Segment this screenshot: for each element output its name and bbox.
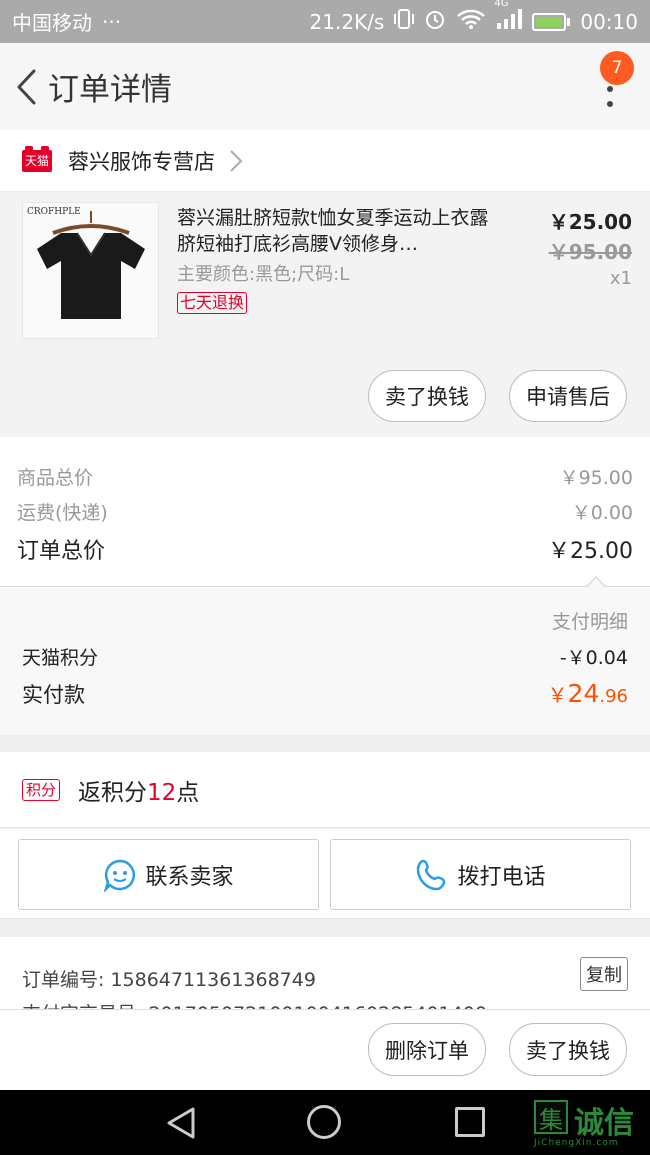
order-number: 订单编号: 15864711361368749	[22, 969, 316, 991]
watermark-url: JiChengXin.com	[534, 1138, 619, 1148]
alarm-icon	[424, 8, 446, 35]
tmall-logo-icon: 天猫	[22, 145, 52, 172]
price-summary: 商品总价 ￥95.00 运费(快递) ￥0.00 订单总价 ￥25.00	[0, 437, 650, 587]
after-sale-button[interactable]: 申请售后	[509, 370, 627, 422]
notification-badge: 7	[600, 51, 634, 85]
goods-total-row: 商品总价 ￥95.00	[17, 463, 633, 490]
tmall-points-label: 天猫积分	[22, 647, 99, 669]
tshirt-image	[37, 211, 145, 319]
sell-for-cash-bottom-button[interactable]: 卖了换钱	[509, 1023, 627, 1076]
shipping-value: ￥0.00	[571, 502, 633, 524]
carrier-label: 中国移动	[12, 11, 92, 35]
call-phone-button[interactable]: 拨打电话	[330, 839, 631, 910]
contact-row: 联系卖家 拨打电话	[0, 829, 650, 919]
status-bar: 中国移动 ··· 21.2K/s 4G 00:10	[0, 0, 650, 43]
shipping-row: 运费(快递) ￥0.00	[17, 498, 633, 525]
delete-order-button[interactable]: 删除订单	[368, 1023, 486, 1076]
nav-back-icon[interactable]	[165, 1106, 197, 1140]
chevron-left-icon	[17, 69, 36, 104]
contact-seller-label: 联系卖家	[145, 864, 234, 890]
payment-details: 支付明细 天猫积分 -￥0.04 实付款 ￥24.96	[0, 587, 650, 735]
paid-decimal: .96	[599, 686, 628, 707]
points-tag: 积分	[22, 778, 61, 801]
watermark-logo-icon: 集	[534, 1100, 568, 1134]
paid-label: 实付款	[22, 683, 85, 707]
cellular-signal-icon: 4G	[494, 0, 523, 35]
product-image-brand: CROFHPLE	[27, 207, 81, 217]
shipping-label: 运费(快递)	[17, 502, 108, 524]
order-total-label: 订单总价	[17, 539, 106, 564]
payment-pointer-inner	[587, 578, 605, 588]
goods-total-value: ￥95.00	[559, 467, 633, 489]
points-reward-text: 返积分12点	[78, 773, 199, 807]
paid-integer: 24	[567, 679, 600, 708]
sell-for-cash-button[interactable]: 卖了换钱	[368, 370, 486, 422]
paid-amount-row: 实付款 ￥24.96	[22, 679, 628, 709]
order-total-value: ￥25.00	[548, 539, 633, 564]
nav-home-icon[interactable]	[307, 1105, 341, 1139]
points-count: 12	[147, 779, 177, 806]
tmall-logo-text: 天猫	[24, 154, 49, 168]
paid-amount: ￥24.96	[548, 679, 628, 708]
order-total-row: 订单总价 ￥25.00	[17, 533, 633, 565]
payment-detail-label: 支付明细	[551, 611, 628, 633]
return-policy-badge: 七天退换	[177, 292, 248, 314]
watermark-logo: 集 诚信 JiChengXin.com	[534, 1098, 650, 1153]
order-detail-page: 中国移动 ··· 21.2K/s 4G 00:10 订单详情 7 天猫 蓉兴服饰…	[0, 0, 650, 1155]
goods-total-label: 商品总价	[17, 467, 94, 489]
back-button[interactable]	[4, 57, 48, 117]
product-item[interactable]: CROFHPLE 蓉兴漏肚脐短款t恤女夏季运动上衣露脐短袖打底衫高腰V领修身… …	[0, 192, 650, 437]
alipay-serial: 支付宝交易号: 2017050721001004160285401400	[22, 999, 487, 1009]
more-dot-icon	[607, 86, 613, 92]
copy-button[interactable]: 复制	[580, 957, 628, 991]
app-header: 订单详情 7	[0, 43, 650, 130]
points-suffix: 点	[176, 779, 200, 806]
wifi-icon	[456, 8, 486, 35]
points-reward-row: 积分 返积分12点	[0, 752, 650, 828]
bottom-action-bar: 删除订单 卖了换钱	[0, 1009, 650, 1090]
nav-recent-apps-icon[interactable]	[455, 1107, 485, 1137]
phone-icon	[417, 859, 446, 890]
paid-currency: ￥	[547, 683, 568, 707]
network-speed: 21.2K/s	[309, 9, 385, 34]
chevron-right-icon	[229, 149, 243, 173]
order-info: 订单编号: 15864711361368749 支付宝交易号: 20170507…	[0, 937, 650, 1009]
product-original-price: ￥95.00	[548, 240, 632, 264]
points-prefix: 返积分	[78, 779, 148, 806]
status-dots: ···	[102, 9, 122, 34]
call-phone-label: 拨打电话	[457, 864, 546, 890]
product-price: ￥25.00	[548, 210, 632, 234]
product-spec: 主要颜色:黑色;尺码:L	[177, 264, 350, 285]
contact-seller-button[interactable]: 联系卖家	[18, 839, 319, 910]
chat-bubble-icon	[104, 859, 136, 892]
more-dot-icon	[607, 101, 613, 107]
watermark-text: 诚信	[574, 1106, 634, 1141]
shop-name: 蓉兴服饰专营店	[68, 149, 215, 174]
tmall-points-row: 天猫积分 -￥0.04	[22, 643, 628, 670]
shop-row[interactable]: 天猫 蓉兴服饰专营店	[0, 130, 650, 192]
battery-icon	[532, 12, 571, 31]
network-type: 4G	[494, 0, 509, 9]
product-quantity: x1	[609, 268, 632, 289]
product-thumbnail[interactable]: CROFHPLE	[22, 202, 159, 339]
product-title[interactable]: 蓉兴漏肚脐短款t恤女夏季运动上衣露脐短袖打底衫高腰V领修身…	[177, 205, 497, 257]
vibrate-icon	[394, 8, 415, 35]
clock: 00:10	[580, 9, 638, 34]
page-title: 订单详情	[48, 72, 172, 108]
tmall-points-value: -￥0.04	[559, 647, 628, 669]
system-nav-bar: 集 诚信 JiChengXin.com	[0, 1090, 650, 1155]
